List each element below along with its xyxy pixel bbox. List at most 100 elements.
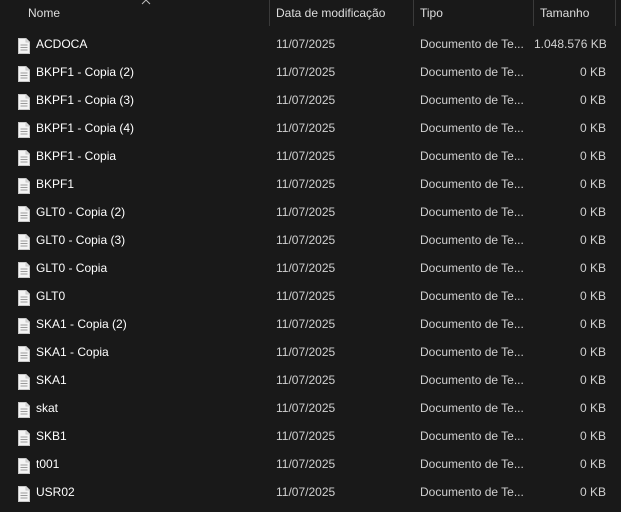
file-modified-date: 11/07/2025 <box>276 485 336 499</box>
file-type: Documento de Te... <box>420 149 524 163</box>
file-modified-date: 11/07/2025 <box>276 429 336 443</box>
file-row[interactable]: BKPF1 - Copia (2) 11/07/2025 Documento de … <box>0 58 621 86</box>
file-size: 1.048.576 KB <box>534 37 606 51</box>
file-modified-date: 11/07/2025 <box>276 345 336 359</box>
file-modified-date: 11/07/2025 <box>276 401 336 415</box>
file-row[interactable]: BKPF1 - Copia (3) 11/07/2025 Documento de … <box>0 86 621 114</box>
column-divider[interactable] <box>413 0 414 26</box>
file-type: Documento de Te... <box>420 401 524 415</box>
file-type: Documento de Te... <box>420 345 524 359</box>
text-document-icon <box>18 450 32 478</box>
file-modified-date: 11/07/2025 <box>276 457 336 471</box>
file-size: 0 KB <box>579 289 606 303</box>
file-row[interactable]: skat 11/07/2025 Documento de Te... 0 KB <box>0 394 621 422</box>
sort-ascending-caret-icon[interactable] <box>141 0 151 6</box>
file-size: 0 KB <box>579 429 606 443</box>
file-type: Documento de Te... <box>420 177 524 191</box>
file-row[interactable]: t001 11/07/2025 Documento de Te... 0 KB <box>0 450 621 478</box>
file-name[interactable]: BKPF1 - Copia (4) <box>36 114 266 142</box>
file-type: Documento de Te... <box>420 205 524 219</box>
text-document-icon <box>18 114 32 142</box>
file-size: 0 KB <box>579 205 606 219</box>
file-row[interactable]: SKA1 - Copia 11/07/2025 Documento de Te...… <box>0 338 621 366</box>
column-divider[interactable] <box>269 0 270 26</box>
file-name[interactable]: BKPF1 - Copia (2) <box>36 58 266 86</box>
file-size: 0 KB <box>579 121 606 135</box>
file-name[interactable]: BKPF1 - Copia <box>36 142 266 170</box>
text-document-icon <box>18 366 32 394</box>
file-type: Documento de Te... <box>420 121 524 135</box>
file-size: 0 KB <box>579 401 606 415</box>
file-size: 0 KB <box>579 373 606 387</box>
file-type: Documento de Te... <box>420 373 524 387</box>
file-row[interactable]: BKPF1 - Copia (4) 11/07/2025 Documento de … <box>0 114 621 142</box>
file-name[interactable]: SKA1 - Copia (2) <box>36 310 266 338</box>
file-row[interactable]: SKA1 11/07/2025 Documento de Te... 0 KB <box>0 366 621 394</box>
text-document-icon <box>18 282 32 310</box>
text-document-icon <box>18 422 32 450</box>
file-type: Documento de Te... <box>420 317 524 331</box>
file-row[interactable]: GLT0 - Copia (3) 11/07/2025 Documento de T… <box>0 226 621 254</box>
file-type: Documento de Te... <box>420 485 524 499</box>
file-row[interactable]: ACDOCA 11/07/2025 Documento de Te... 1.048.… <box>0 30 621 58</box>
file-row[interactable]: SKA1 - Copia (2) 11/07/2025 Documento de T… <box>0 310 621 338</box>
text-document-icon <box>18 142 32 170</box>
file-row[interactable]: GLT0 - Copia 11/07/2025 Documento de Te...… <box>0 254 621 282</box>
text-document-icon <box>18 254 32 282</box>
column-header-name[interactable]: Nome <box>28 0 60 27</box>
column-divider[interactable] <box>615 0 616 26</box>
file-size: 0 KB <box>579 317 606 331</box>
column-header-bar: Nome Data de modificação Tipo Tamanho <box>0 0 621 27</box>
file-modified-date: 11/07/2025 <box>276 93 336 107</box>
file-list: ACDOCA 11/07/2025 Documento de Te... 1.048.… <box>0 30 621 506</box>
file-modified-date: 11/07/2025 <box>276 289 336 303</box>
text-document-icon <box>18 170 32 198</box>
file-row[interactable]: USR02 11/07/2025 Documento de Te... 0 KB <box>0 478 621 506</box>
file-explorer-details-view: Nome Data de modificação Tipo Tamanho AC… <box>0 0 621 512</box>
file-type: Documento de Te... <box>420 37 524 51</box>
file-name[interactable]: SKB1 <box>36 422 266 450</box>
file-size: 0 KB <box>579 261 606 275</box>
column-header-date[interactable]: Data de modificação <box>276 0 385 27</box>
file-name[interactable]: BKPF1 - Copia (3) <box>36 86 266 114</box>
text-document-icon <box>18 338 32 366</box>
file-name[interactable]: SKA1 - Copia <box>36 338 266 366</box>
file-name[interactable]: ACDOCA <box>36 30 266 58</box>
file-name[interactable]: t001 <box>36 450 266 478</box>
file-row[interactable]: GLT0 11/07/2025 Documento de Te... 0 KB <box>0 282 621 310</box>
file-size: 0 KB <box>579 93 606 107</box>
file-modified-date: 11/07/2025 <box>276 177 336 191</box>
file-row[interactable]: GLT0 - Copia (2) 11/07/2025 Documento de T… <box>0 198 621 226</box>
file-size: 0 KB <box>579 65 606 79</box>
text-document-icon <box>18 86 32 114</box>
file-name[interactable]: GLT0 - Copia (3) <box>36 226 266 254</box>
file-name[interactable]: skat <box>36 394 266 422</box>
file-row[interactable]: BKPF1 - Copia 11/07/2025 Documento de Te..… <box>0 142 621 170</box>
file-size: 0 KB <box>579 485 606 499</box>
text-document-icon <box>18 478 32 506</box>
file-name[interactable]: USR02 <box>36 478 266 506</box>
file-type: Documento de Te... <box>420 93 524 107</box>
file-name[interactable]: GLT0 - Copia (2) <box>36 198 266 226</box>
text-document-icon <box>18 58 32 86</box>
file-size: 0 KB <box>579 457 606 471</box>
file-modified-date: 11/07/2025 <box>276 65 336 79</box>
column-header-type[interactable]: Tipo <box>420 0 443 27</box>
file-row[interactable]: BKPF1 11/07/2025 Documento de Te... 0 KB <box>0 170 621 198</box>
file-name[interactable]: GLT0 - Copia <box>36 254 266 282</box>
text-document-icon <box>18 30 32 58</box>
column-header-size[interactable]: Tamanho <box>540 0 589 27</box>
file-modified-date: 11/07/2025 <box>276 373 336 387</box>
text-document-icon <box>18 226 32 254</box>
file-modified-date: 11/07/2025 <box>276 121 336 135</box>
file-type: Documento de Te... <box>420 65 524 79</box>
file-modified-date: 11/07/2025 <box>276 205 336 219</box>
file-name[interactable]: SKA1 <box>36 366 266 394</box>
file-modified-date: 11/07/2025 <box>276 233 336 247</box>
file-name[interactable]: GLT0 <box>36 282 266 310</box>
column-divider[interactable] <box>533 0 534 26</box>
file-modified-date: 11/07/2025 <box>276 149 336 163</box>
file-name[interactable]: BKPF1 <box>36 170 266 198</box>
file-row[interactable]: SKB1 11/07/2025 Documento de Te... 0 KB <box>0 422 621 450</box>
file-size: 0 KB <box>579 177 606 191</box>
